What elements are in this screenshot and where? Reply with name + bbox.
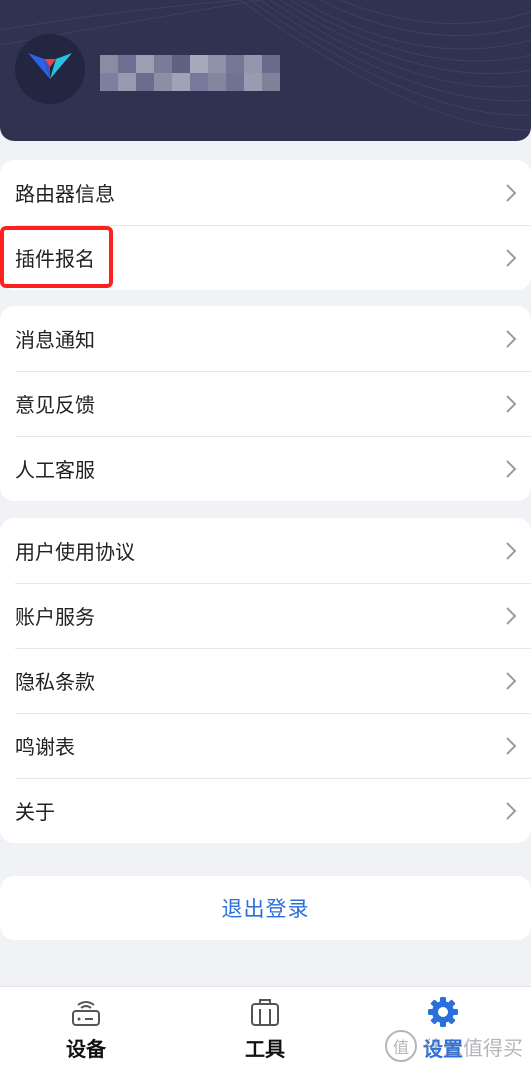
tab-label: 设备 [66,1037,106,1061]
chevron-right-icon [506,607,517,625]
menu-item-account-service[interactable]: 账户服务 [0,583,531,648]
menu-item-label: 路由器信息 [15,182,115,206]
mosaic-block [118,73,136,91]
menu-section-legal: 用户使用协议 账户服务 隐私条款 鸣谢表 关于 [0,518,531,843]
menu-item-privacy[interactable]: 隐私条款 [0,648,531,713]
watermark-icon: 值 [385,1030,417,1062]
chevron-right-icon [506,249,517,267]
bottom-tab-bar: 设备 工具 设置 值 什么值得买 [0,986,531,1072]
menu-item-router-info[interactable]: 路由器信息 [0,160,531,225]
logout-label: 退出登录 [221,897,310,921]
mosaic-block [100,73,118,91]
mosaic-block [208,55,226,73]
menu-item-about[interactable]: 关于 [0,778,531,843]
menu-item-notifications[interactable]: 消息通知 [0,306,531,371]
mosaic-block [208,73,226,91]
user-avatar[interactable] [15,34,85,104]
tab-devices[interactable]: 设备 [36,995,136,1062]
highlight-box [0,226,113,288]
menu-item-label: 隐私条款 [15,670,95,694]
mosaic-block [172,73,190,91]
menu-item-feedback[interactable]: 意见反馈 [0,371,531,436]
menu-item-label: 消息通知 [15,328,95,352]
mosaic-block [226,73,244,91]
menu-item-label: 用户使用协议 [15,540,135,564]
mosaic-block [244,73,262,91]
profile-header [0,0,531,141]
watermark: 值 什么值得买 [385,1030,523,1062]
logout-button[interactable]: 退出登录 [0,876,531,940]
mosaic-block [118,55,136,73]
mosaic-block [154,55,172,73]
mosaic-block [100,55,118,73]
mosaic-block [262,73,280,91]
chevron-right-icon [506,542,517,560]
chevron-right-icon [506,184,517,202]
menu-item-acknowledgements[interactable]: 鸣谢表 [0,713,531,778]
gear-icon [428,997,458,1027]
chevron-right-icon [506,330,517,348]
menu-item-label: 鸣谢表 [15,735,75,759]
menu-item-label: 账户服务 [15,605,95,629]
tab-tools[interactable]: 工具 [215,995,315,1062]
menu-item-label: 意见反馈 [15,393,95,417]
mosaic-block [262,55,280,73]
mosaic-block [136,73,154,91]
menu-item-customer-service[interactable]: 人工客服 [0,436,531,501]
chevron-right-icon [506,737,517,755]
tab-label: 工具 [245,1037,285,1061]
watermark-text: 什么值得买 [423,1035,523,1060]
chevron-right-icon [506,672,517,690]
menu-item-user-agreement[interactable]: 用户使用协议 [0,518,531,583]
menu-item-label: 关于 [15,800,55,824]
router-icon [72,1001,100,1026]
mosaic-block [226,55,244,73]
toolbox-icon [251,999,279,1026]
username-blurred [100,55,280,91]
mosaic-block [172,55,190,73]
mosaic-block [190,73,208,91]
chevron-right-icon [506,395,517,413]
chevron-right-icon [506,460,517,478]
chevron-right-icon [506,802,517,820]
mosaic-block [244,55,262,73]
menu-item-label: 人工客服 [15,458,95,482]
mosaic-block [154,73,172,91]
mosaic-block [136,55,154,73]
menu-section-support: 消息通知 意见反馈 人工客服 [0,306,531,501]
brand-logo-icon [28,53,72,79]
mosaic-block [190,55,208,73]
